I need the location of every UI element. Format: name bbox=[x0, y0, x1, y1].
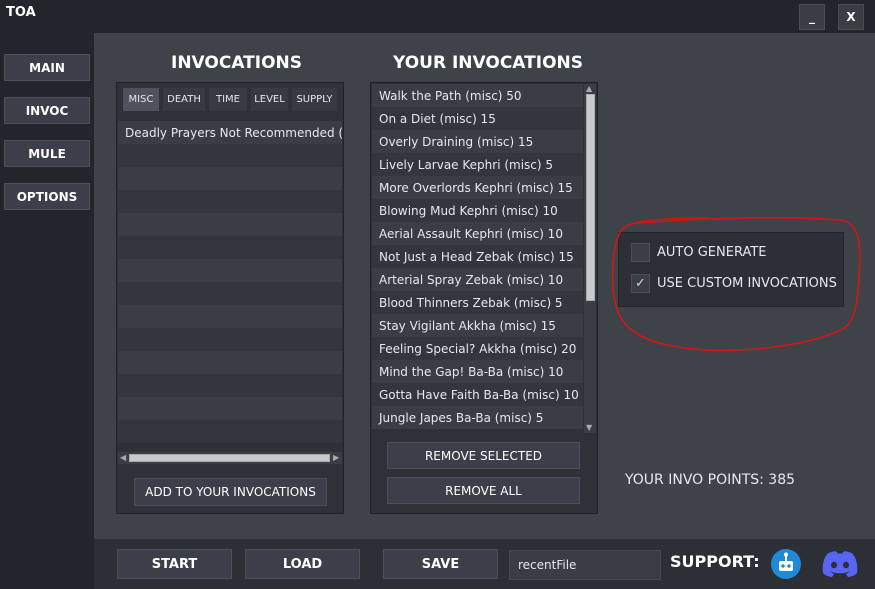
list-item[interactable]: Feeling Special? Akkha (misc) 20 bbox=[372, 337, 583, 360]
empty-list-row bbox=[118, 397, 342, 420]
use-custom-invocations-checkbox[interactable]: ✓ bbox=[631, 274, 650, 293]
sidebar-item-options[interactable]: OPTIONS bbox=[4, 183, 90, 210]
empty-list-row bbox=[118, 420, 342, 443]
robot-icon[interactable] bbox=[770, 548, 802, 580]
list-item[interactable]: Stay Vigilant Akkha (misc) 15 bbox=[372, 314, 583, 337]
list-item[interactable]: Overly Draining (misc) 15 bbox=[372, 130, 583, 153]
add-to-your-invocations-button[interactable]: ADD TO YOUR INVOCATIONS bbox=[134, 478, 327, 506]
auto-generate-option[interactable]: AUTO GENERATE bbox=[631, 243, 766, 262]
remove-selected-button[interactable]: REMOVE SELECTED bbox=[387, 442, 580, 469]
your-invocations-vscroll-thumb[interactable] bbox=[586, 94, 595, 301]
list-item[interactable]: Lively Larvae Kephri (misc) 5 bbox=[372, 153, 583, 176]
title-bar: TOA _ X bbox=[0, 0, 875, 33]
empty-list-row bbox=[118, 190, 342, 213]
generation-options: AUTO GENERATE ✓ USE CUSTOM INVOCATIONS bbox=[618, 232, 844, 307]
empty-list-row bbox=[118, 351, 342, 374]
use-custom-invocations-label: USE CUSTOM INVOCATIONS bbox=[657, 276, 837, 291]
tab-supply[interactable]: SUPPLY bbox=[292, 88, 337, 111]
list-item[interactable]: Blowing Mud Kephri (misc) 10 bbox=[372, 199, 583, 222]
empty-list-row bbox=[118, 236, 342, 259]
empty-list-row bbox=[118, 305, 342, 328]
tab-death[interactable]: DEATH bbox=[163, 88, 205, 111]
tab-time[interactable]: TIME bbox=[209, 88, 247, 111]
list-item[interactable]: On a Diet (misc) 15 bbox=[372, 107, 583, 130]
invocations-hscroll-thumb[interactable] bbox=[129, 454, 330, 462]
discord-icon[interactable] bbox=[820, 549, 858, 579]
checkmark-icon: ✓ bbox=[635, 276, 646, 291]
empty-list-row bbox=[118, 259, 342, 282]
list-item[interactable]: Not Just a Head Zebak (misc) 15 bbox=[372, 245, 583, 268]
empty-list-row bbox=[118, 328, 342, 351]
empty-list-row bbox=[118, 144, 342, 167]
list-item[interactable]: Arterial Spray Zebak (misc) 10 bbox=[372, 268, 583, 291]
use-custom-invocations-option[interactable]: ✓ USE CUSTOM INVOCATIONS bbox=[631, 274, 837, 293]
recent-file-input[interactable] bbox=[509, 550, 661, 580]
save-button[interactable]: SAVE bbox=[383, 549, 498, 579]
list-item[interactable]: Jungle Japes Ba-Ba (misc) 5 bbox=[372, 406, 583, 429]
invocations-title: INVOCATIONS bbox=[171, 53, 303, 73]
list-item[interactable]: Walk the Path (misc) 50 bbox=[372, 84, 583, 107]
tab-misc[interactable]: MISC bbox=[123, 88, 159, 111]
scroll-right-icon[interactable]: ▶ bbox=[333, 453, 339, 463]
sidebar: MAIN INVOC MULE OPTIONS bbox=[0, 33, 94, 589]
empty-list-row bbox=[118, 213, 342, 236]
list-item[interactable]: Deadly Prayers Not Recommended (misc bbox=[118, 121, 342, 144]
auto-generate-checkbox[interactable] bbox=[631, 243, 650, 262]
scroll-down-icon[interactable]: ▼ bbox=[586, 423, 592, 433]
sidebar-item-invoc[interactable]: INVOC bbox=[4, 97, 90, 124]
invo-points: YOUR INVO POINTS: 385 bbox=[625, 472, 796, 488]
list-item[interactable]: Aerial Assault Kephri (misc) 10 bbox=[372, 222, 583, 245]
remove-all-button[interactable]: REMOVE ALL bbox=[387, 477, 580, 504]
scroll-up-icon[interactable]: ▲ bbox=[586, 84, 592, 94]
empty-list-row bbox=[118, 167, 342, 190]
app-title: TOA bbox=[6, 5, 36, 20]
auto-generate-label: AUTO GENERATE bbox=[657, 245, 767, 260]
sidebar-item-main[interactable]: MAIN bbox=[4, 54, 90, 81]
support-label: SUPPORT: bbox=[670, 552, 760, 571]
sidebar-item-mule[interactable]: MULE bbox=[4, 140, 90, 167]
scroll-left-icon[interactable]: ◀ bbox=[120, 453, 126, 463]
empty-list-row bbox=[118, 282, 342, 305]
minimize-button[interactable]: _ bbox=[799, 4, 825, 30]
list-item[interactable]: Blood Thinners Zebak (misc) 5 bbox=[372, 291, 583, 314]
empty-list-row bbox=[118, 374, 342, 397]
your-invocations-title: YOUR INVOCATIONS bbox=[393, 53, 583, 73]
load-button[interactable]: LOAD bbox=[245, 549, 360, 579]
close-button[interactable]: X bbox=[838, 4, 864, 30]
list-item[interactable]: Mind the Gap! Ba-Ba (misc) 10 bbox=[372, 360, 583, 383]
list-item[interactable]: Gotta Have Faith Ba-Ba (misc) 10 bbox=[372, 383, 583, 406]
start-button[interactable]: START bbox=[117, 549, 232, 579]
list-item[interactable]: More Overlords Kephri (misc) 15 bbox=[372, 176, 583, 199]
tab-level[interactable]: LEVEL bbox=[251, 88, 288, 111]
